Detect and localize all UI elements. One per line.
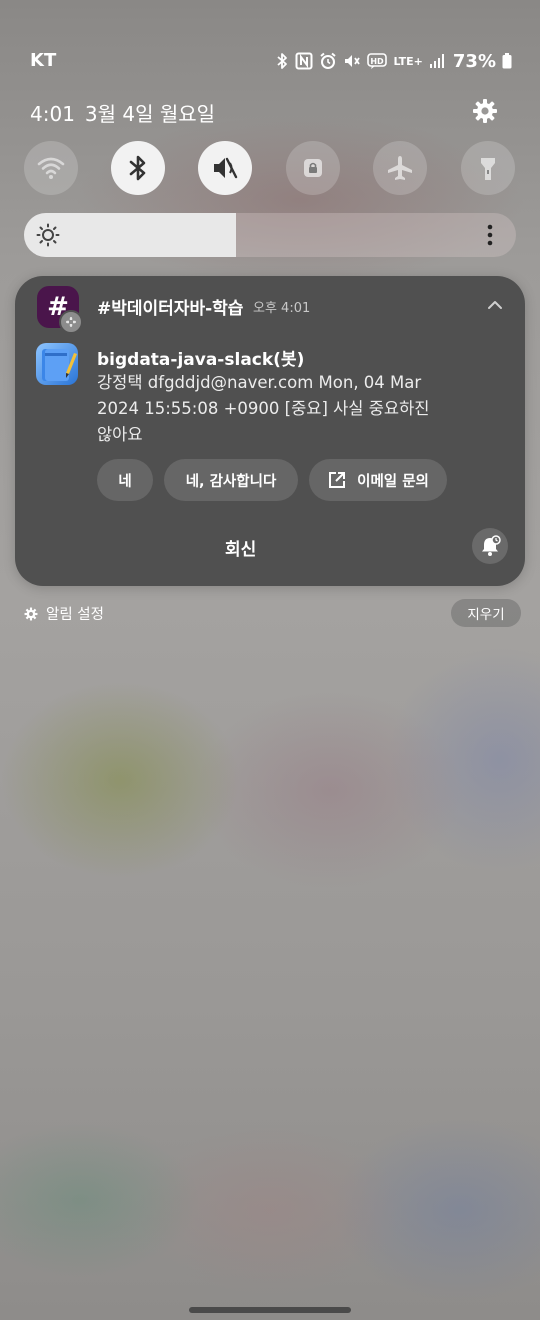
notification-channel: #박데이터자바-학습	[97, 299, 244, 319]
bot-avatar-icon	[36, 343, 78, 385]
sound-mute-icon	[214, 157, 238, 179]
quick-reply-thanks-button[interactable]: 네, 감사합니다	[164, 459, 298, 501]
alarm-icon	[319, 50, 337, 72]
snooze-button[interactable]	[472, 528, 508, 564]
open-external-icon	[329, 472, 346, 488]
bluetooth-icon	[275, 50, 289, 72]
notification-card[interactable]: # #박데이터자바-학습 오후 4:01 bigdata-java-slack(…	[15, 276, 525, 586]
wifi-icon	[37, 157, 65, 179]
lte-icon: LTE+	[393, 50, 422, 72]
brightness-sun-icon	[36, 223, 60, 247]
collapse-button[interactable]	[485, 296, 505, 314]
notification-actions: 네 네, 감사합니다 이메일 문의	[97, 459, 447, 501]
notification-message: 강정택 dfgddjd@naver.com Mon, 04 Mar 2024 1…	[97, 373, 430, 444]
brightness-more-button[interactable]	[478, 223, 502, 247]
status-bar: KT HD LTE+ 73%	[0, 46, 540, 76]
more-vertical-icon	[487, 224, 493, 246]
status-icons: HD LTE+ 73%	[275, 46, 512, 76]
date-time[interactable]: 4:01 3월 4일 월요일	[30, 98, 225, 127]
battery-percent: 73%	[452, 50, 496, 72]
battery-icon	[502, 50, 512, 72]
notification-time: 오후 4:01	[253, 301, 311, 316]
gear-icon	[24, 607, 38, 620]
home-indicator[interactable]	[189, 1307, 351, 1313]
airplane-toggle[interactable]	[373, 141, 427, 195]
date-text: 3월 4일 월요일	[84, 102, 216, 126]
rotation-lock-toggle[interactable]	[286, 141, 340, 195]
clear-all-button[interactable]: 지우기	[451, 599, 521, 627]
carrier-name: KT	[30, 50, 57, 71]
flashlight-icon	[481, 158, 495, 180]
bluetooth-toggle[interactable]	[111, 141, 165, 195]
notification-settings-link[interactable]: 알림 설정	[24, 603, 104, 624]
brightness-slider[interactable]	[24, 213, 516, 257]
quick-reply-yes-label: 네	[118, 473, 132, 490]
email-inquiry-button[interactable]: 이메일 문의	[309, 459, 447, 501]
wifi-toggle[interactable]	[24, 141, 78, 195]
sound-toggle[interactable]	[198, 141, 252, 195]
airplane-icon	[388, 156, 412, 180]
hd-voice-icon: HD	[367, 50, 388, 72]
clock-time: 4:01	[30, 102, 75, 126]
quick-reply-thanks-label: 네, 감사합니다	[185, 473, 277, 490]
notification-sender: bigdata-java-slack(봇)	[97, 350, 305, 370]
bell-snooze-icon	[482, 535, 501, 556]
email-inquiry-label: 이메일 문의	[357, 473, 429, 490]
bluetooth-icon	[129, 155, 146, 181]
gear-icon	[473, 99, 497, 123]
slack-badge-icon	[59, 310, 83, 334]
reply-button[interactable]: 회신	[225, 535, 256, 560]
flashlight-toggle[interactable]	[461, 141, 515, 195]
chevron-up-icon	[488, 301, 502, 309]
network-type: LTE+	[393, 54, 423, 68]
nfc-icon	[295, 50, 313, 72]
notification-settings-label: 알림 설정	[46, 607, 104, 623]
quick-settings-row	[0, 141, 540, 195]
signal-icon	[429, 50, 445, 72]
svg-text:HD: HD	[371, 57, 385, 66]
vibrate-icon	[343, 50, 361, 72]
quick-reply-yes-button[interactable]: 네	[97, 459, 153, 501]
settings-gear-button[interactable]	[470, 96, 500, 126]
rotation-lock-icon	[304, 159, 322, 177]
